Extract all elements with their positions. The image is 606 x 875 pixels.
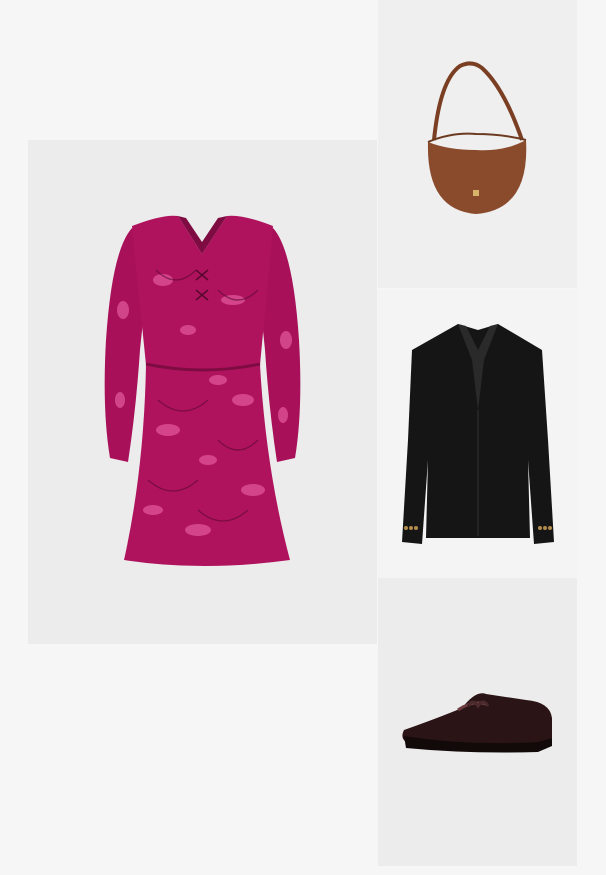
shoes-image [402,693,552,753]
bag-image [427,61,527,214]
product-tile-dress[interactable] [28,140,377,644]
dress-image [104,215,301,566]
product-tile-shoes[interactable] [378,578,577,866]
product-tile-blazer[interactable] [378,290,577,578]
product-tile-bag[interactable] [378,0,577,288]
blazer-image [402,324,554,544]
